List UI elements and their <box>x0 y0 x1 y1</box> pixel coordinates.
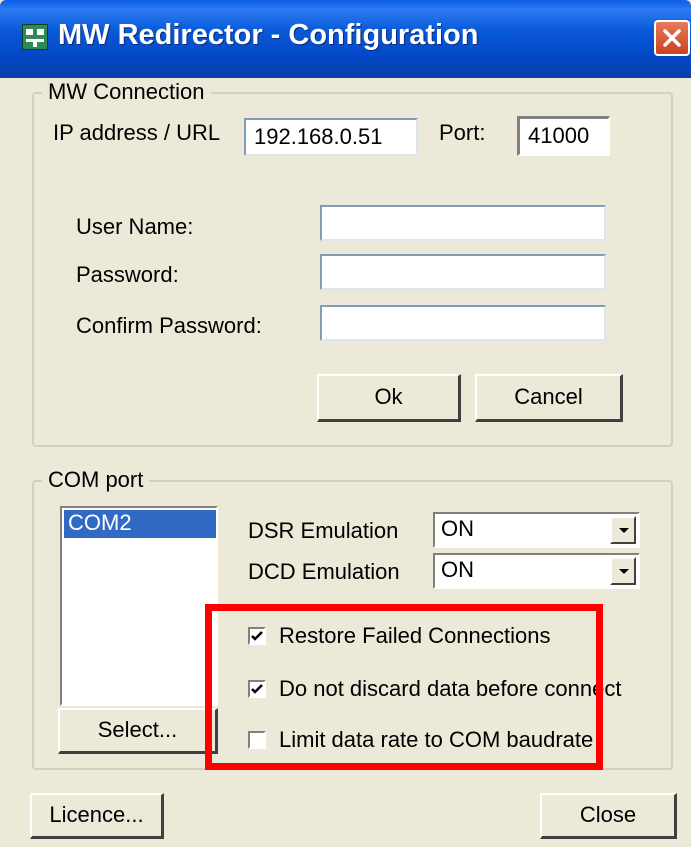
com-port-list[interactable]: COM2 <box>60 506 218 706</box>
com-port-list-item[interactable]: COM2 <box>64 510 216 538</box>
config-dialog: MW Redirector - Configuration MW Connect… <box>0 0 691 847</box>
dsr-dropdown-button[interactable] <box>610 516 636 544</box>
ok-button-label: Ok <box>374 384 403 409</box>
licence-button[interactable]: Licence... <box>30 793 164 839</box>
close-button-label: Close <box>579 802 637 827</box>
dsr-emulation-value: ON <box>441 516 474 541</box>
com-port-group-label: COM port <box>42 467 150 493</box>
dsr-emulation-label: DSR Emulation <box>248 518 399 543</box>
dcd-dropdown-button[interactable] <box>610 557 636 585</box>
ip-address-label: IP address / URL <box>53 120 221 145</box>
dcd-emulation-select[interactable]: ON <box>433 553 640 589</box>
username-label: User Name: <box>76 214 194 239</box>
window-title: MW Redirector - Configuration <box>58 19 479 51</box>
select-button-label: Select... <box>97 717 178 742</box>
confirm-password-label: Confirm Password: <box>76 313 262 338</box>
close-icon <box>663 29 681 47</box>
close-button[interactable]: Close <box>540 793 677 839</box>
select-button[interactable]: Select... <box>58 708 218 754</box>
mw-connection-group-label: MW Connection <box>42 79 211 105</box>
title-bar[interactable]: MW Redirector - Configuration <box>0 0 691 78</box>
password-input[interactable] <box>320 254 606 290</box>
password-label: Password: <box>76 262 179 287</box>
close-window-button[interactable] <box>654 20 690 56</box>
highlight-box <box>205 604 603 770</box>
cancel-button[interactable]: Cancel <box>475 374 623 422</box>
dsr-emulation-select[interactable]: ON <box>433 512 640 548</box>
ok-button[interactable]: Ok <box>317 374 461 422</box>
cancel-button-label: Cancel <box>514 384 583 409</box>
licence-button-label: Licence... <box>49 802 144 827</box>
ip-address-input[interactable]: 192.168.0.51 <box>244 118 418 156</box>
app-icon <box>22 24 48 50</box>
username-input[interactable] <box>320 205 606 241</box>
chevron-down-icon <box>619 569 629 574</box>
dcd-emulation-label: DCD Emulation <box>248 559 400 584</box>
confirm-password-input[interactable] <box>320 305 606 341</box>
port-label: Port: <box>439 120 486 145</box>
dcd-emulation-value: ON <box>441 557 474 582</box>
port-input[interactable]: 41000 <box>517 116 610 156</box>
chevron-down-icon <box>619 528 629 533</box>
